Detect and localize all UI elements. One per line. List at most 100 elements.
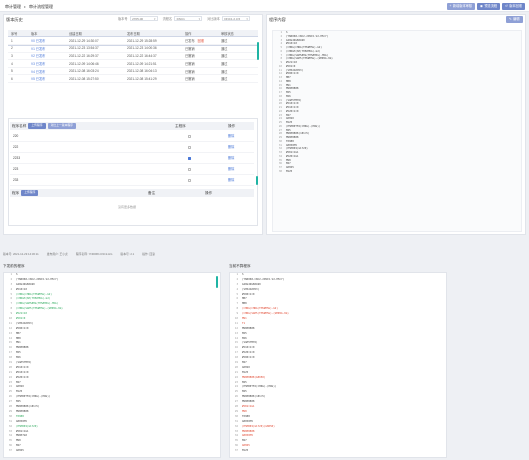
filter-flow-select[interactable]: DNC1 bbox=[174, 16, 203, 21]
program-row[interactable]: 223 删除 bbox=[10, 164, 254, 175]
rollback-link[interactable]: 回滚 bbox=[198, 39, 204, 43]
rollback-button[interactable]: ↺ 版本回滚 bbox=[502, 2, 525, 10]
version-cell-version[interactable]: V3 已发布 bbox=[28, 59, 66, 68]
version-cell-version[interactable]: V2 已发布 bbox=[28, 52, 66, 61]
diff-line-text: (CHRG(SGH5(TH5#H5G)-(UHR5G-9G) bbox=[242, 312, 289, 316]
version-no-text: 3 bbox=[11, 53, 13, 58]
diff-line-text: M125 bbox=[242, 449, 249, 453]
version-status-text: 通过 bbox=[221, 46, 228, 51]
version-cell-version[interactable]: V0 已发布 bbox=[28, 37, 66, 46]
version-row[interactable]: 1 V0 已发布 2021-12-29 14:30:07 2021-12-29 15:… bbox=[8, 36, 258, 46]
version-no-text: 5 bbox=[11, 69, 13, 74]
version-cell-created: 2021-12-29 14:30:07 bbox=[66, 37, 124, 46]
version-table-scrollbar[interactable] bbox=[257, 42, 259, 60]
version-cell-op[interactable]: 已撤销 bbox=[182, 74, 218, 84]
delete-program-link[interactable]: 删除 bbox=[228, 164, 234, 175]
version-status-text: 通过 bbox=[221, 62, 228, 67]
version-cell-status: 通过 bbox=[218, 52, 258, 61]
version-released-text: 2021-12-22 16:44:37 bbox=[127, 53, 157, 58]
version-created-text: 2021-12-09 14:06:46 bbox=[69, 61, 99, 66]
delete-program-link[interactable]: 删除 bbox=[228, 142, 234, 153]
edit-label: 编辑 bbox=[513, 17, 520, 21]
toolbar: + 新增版本审核 ◉ 预览流程 ↺ 版本回滚 bbox=[446, 2, 525, 10]
breadcrumb-current: 审计流程管理 bbox=[29, 4, 54, 9]
add-version-button[interactable]: + 新增版本审核 bbox=[446, 2, 476, 10]
version-cell-version[interactable]: V1 已发布 bbox=[28, 44, 66, 53]
version-op-text: 已撤销 bbox=[185, 54, 195, 59]
program-code-view[interactable]: 1% 2 (YN0068-CNC2-29915-V2-H5C7) 3 G40G49G80… bbox=[272, 30, 522, 232]
version-cell-op[interactable]: 已撤销 bbox=[182, 44, 218, 53]
program-row[interactable]: 233 删除 bbox=[10, 175, 254, 186]
version-cell-op[interactable]: 已撤销 bbox=[182, 67, 218, 76]
version-cell-status: 通过 bbox=[218, 74, 258, 84]
diff-left-title: 下发前的程序 bbox=[3, 264, 25, 268]
preview-flow-button[interactable]: ◉ 预览流程 bbox=[477, 2, 501, 10]
upload-program-button[interactable]: 上传程序 bbox=[28, 123, 46, 129]
version-cell-released: 2021-12-08 16:04:13 bbox=[124, 67, 182, 76]
version-cell-version[interactable]: V5 已发布 bbox=[28, 74, 66, 84]
main-program-checkbox[interactable] bbox=[188, 178, 192, 183]
version-op-text: 已撤销 bbox=[185, 77, 195, 82]
version-cell-op[interactable]: 已撤销 bbox=[182, 52, 218, 61]
version-cell-no: 3 bbox=[8, 52, 28, 61]
program-row[interactable]: 2233 删除 bbox=[10, 153, 254, 164]
program-list: 220 删除 222 删除 2233 删除 223 删除 233 删除 bbox=[10, 131, 254, 186]
delete-program-link[interactable]: 删除 bbox=[228, 153, 234, 164]
program-row[interactable]: 222 删除 bbox=[10, 142, 254, 153]
program-header: 程序名称 上传程序 对比上一版本程序 主程序 操作 bbox=[10, 122, 254, 130]
filter-compare-label: 对比版本 bbox=[207, 17, 220, 21]
version-cell-op[interactable]: 已发布 回滚 bbox=[182, 37, 218, 46]
meta-item: 版本号: 2021-12-29 14:30:11 bbox=[3, 252, 39, 256]
version-no-text: 4 bbox=[11, 61, 13, 66]
version-cell-status: 通过 bbox=[218, 67, 258, 76]
version-released-text: 2021-12-08 15:41:29 bbox=[127, 76, 157, 81]
filter-flow-label: 流程名 bbox=[162, 17, 173, 21]
meta-item: 程序名称: YN0068-CNC2-HG bbox=[75, 252, 113, 256]
line-number: 38 bbox=[278, 169, 282, 173]
main-program-checkbox[interactable] bbox=[188, 156, 192, 161]
version-released-text: 2021-12-29 15:28:59 bbox=[127, 38, 157, 43]
diff-left-scrollbar[interactable] bbox=[216, 276, 218, 288]
version-cell-op[interactable]: 已撤销 bbox=[182, 59, 218, 68]
preview-flow-label: 预览流程 bbox=[484, 3, 498, 8]
diff-right-code[interactable]: 1% 2 (YN0068-CNC2-29915-V2-H5C7) 3 G40G49G80… bbox=[229, 272, 447, 458]
edit-button[interactable]: ✎ 编辑 bbox=[506, 16, 523, 23]
diff-left-code[interactable]: 1% 2 (YN0068-CNC2-29915-V2-H5C7) 3 G40G49G80… bbox=[3, 272, 221, 458]
version-row[interactable]: 2 V1 已发布 2021-12-23 13:54:37 2021-12-23 14:… bbox=[8, 44, 258, 53]
version-cell-no: 4 bbox=[8, 59, 28, 68]
version-row[interactable]: 3 V2 已发布 2021-12-22 16:29:37 2021-12-22 16:… bbox=[8, 52, 258, 61]
version-created-text: 2021-12-22 16:29:37 bbox=[69, 53, 99, 58]
rollback-label: 版本回滚 bbox=[509, 3, 522, 8]
compare-previous-button[interactable]: 对比上一版本程序 bbox=[47, 123, 76, 129]
version-row[interactable]: 5 V4 已发布 2021-12-08 16:03:24 2021-12-08 16:… bbox=[8, 67, 258, 76]
program-scrollbar[interactable] bbox=[256, 176, 258, 185]
filter-compare-select[interactable]: DNC1.2.3-5 bbox=[221, 16, 250, 21]
version-table-wrap: 序号 版本 创建日期 发布日期 操作 审核状态 1 V0 已发布 2021-12-2… bbox=[8, 30, 258, 102]
main-program-checkbox[interactable] bbox=[188, 134, 192, 139]
version-created-text: 2021-12-29 14:30:07 bbox=[69, 38, 99, 43]
breadcrumb-parent[interactable]: 审计管理 bbox=[5, 4, 21, 10]
code-text: (H5HBP755(CHRG)-(HRG)) bbox=[286, 124, 321, 128]
col-op: 操作 bbox=[182, 30, 218, 37]
version-row[interactable]: 4 V3 已发布 2021-12-09 14:06:46 2021-12-09 14:… bbox=[8, 59, 258, 68]
program-row[interactable]: 220 删除 bbox=[10, 131, 254, 142]
filter-version: 版本号 2705-00 bbox=[118, 16, 158, 21]
program-name: 220 bbox=[13, 134, 19, 138]
version-row[interactable]: 6 V5 已发布 2021-12-08 15:27:50 2021-12-08 15:… bbox=[8, 74, 258, 84]
main-program-checkbox[interactable] bbox=[188, 167, 192, 172]
footer-col-op: 操作 bbox=[205, 190, 213, 195]
program-name: 223 bbox=[13, 167, 19, 171]
delete-program-link[interactable]: 删除 bbox=[228, 131, 234, 142]
filter-version-select[interactable]: 2705-00 bbox=[129, 16, 158, 21]
version-no-text: 1 bbox=[11, 38, 13, 43]
filter-compare: 对比版本 DNC1.2.3-5 bbox=[207, 16, 250, 21]
version-no-text: 2 bbox=[11, 46, 13, 51]
footer-upload-button[interactable]: 上传程序 bbox=[21, 190, 39, 196]
diff-right-title: 当前不算程序 bbox=[229, 264, 251, 268]
meta-item: 版本号: 2.1 bbox=[120, 252, 135, 256]
delete-program-link[interactable]: 删除 bbox=[228, 175, 234, 186]
version-version-text: V2 已发布 bbox=[31, 54, 46, 59]
version-cell-version[interactable]: V4 已发布 bbox=[28, 67, 66, 76]
version-released-text: 2021-12-09 14:21:51 bbox=[127, 61, 157, 66]
main-program-checkbox[interactable] bbox=[188, 145, 192, 150]
